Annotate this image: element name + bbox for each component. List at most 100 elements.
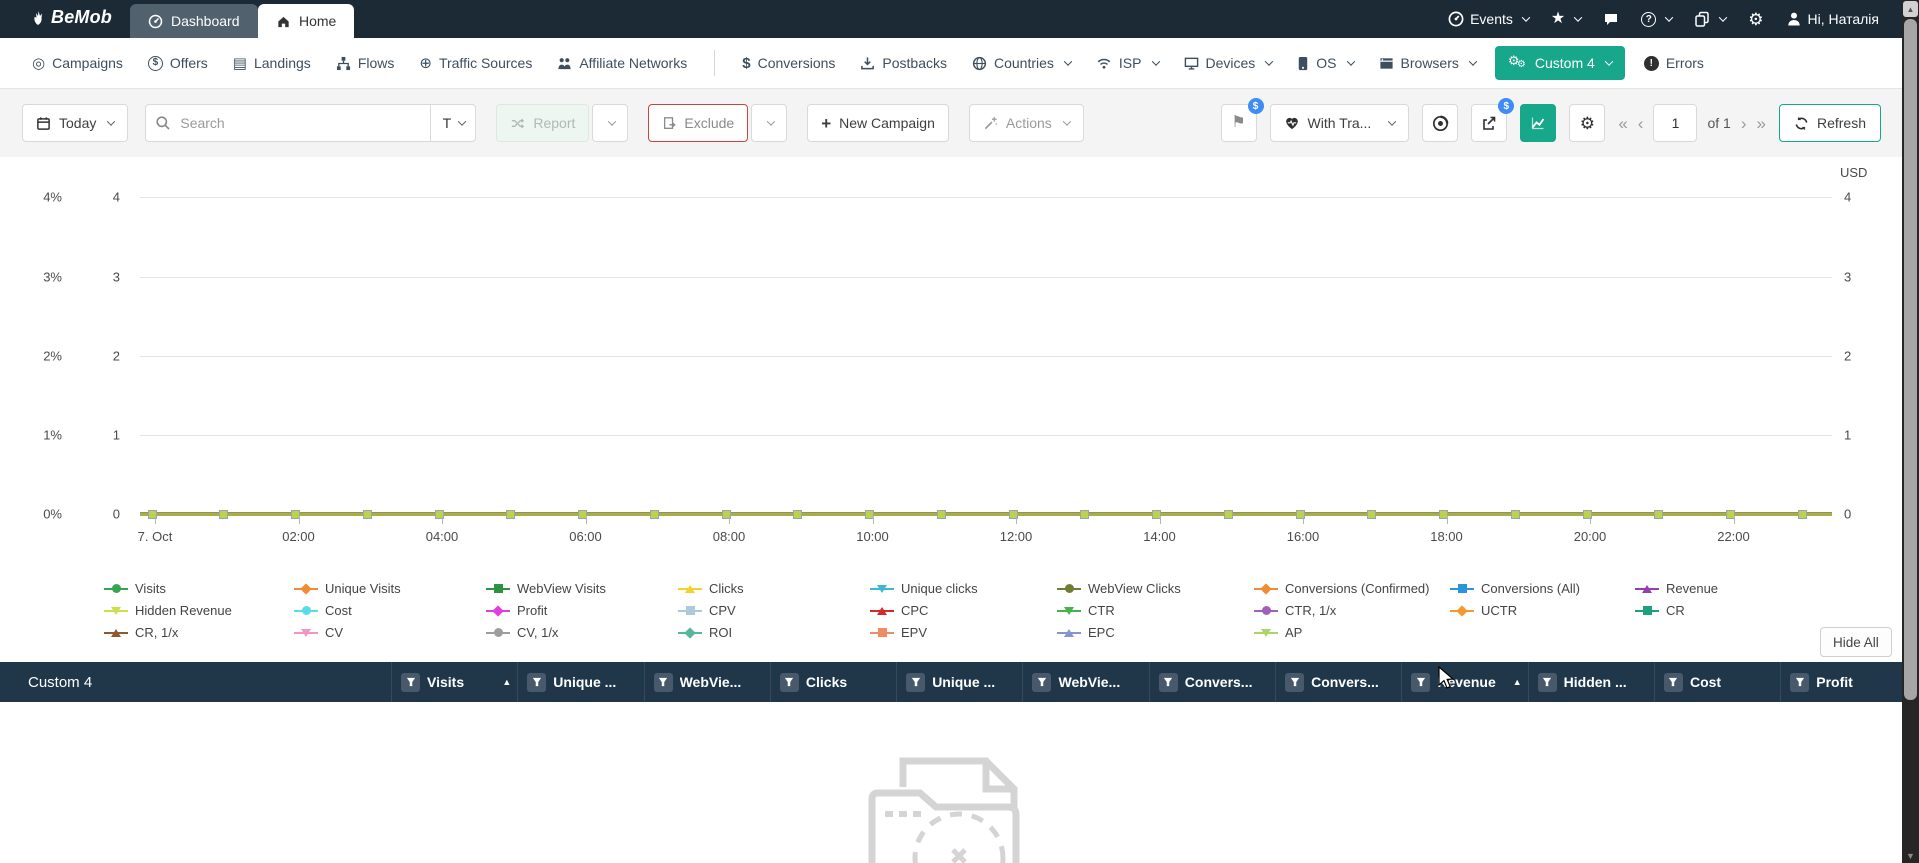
- next-page-button[interactable]: ›: [1741, 115, 1747, 132]
- refresh-button[interactable]: Refresh: [1778, 104, 1881, 142]
- legend-item-profit[interactable]: Profit: [486, 600, 606, 621]
- nav-conversions[interactable]: $ Conversions: [736, 55, 841, 71]
- filter-icon[interactable]: [653, 672, 673, 692]
- nav-os[interactable]: OS: [1291, 55, 1359, 71]
- filter-icon[interactable]: [1285, 672, 1305, 692]
- filter-icon[interactable]: [906, 672, 926, 692]
- settings-button[interactable]: ⚙: [1748, 11, 1763, 28]
- legend-item-unique-clicks[interactable]: Unique clicks: [870, 578, 978, 599]
- nav-custom-4[interactable]: ⚙ ⚙ Custom 4: [1494, 46, 1625, 80]
- legend-item-cost[interactable]: Cost: [294, 600, 401, 621]
- search-input[interactable]: [145, 104, 477, 142]
- column-header-unique[interactable]: Unique ...: [517, 662, 643, 702]
- vertical-scrollbar[interactable]: ▲ ▼: [1902, 0, 1919, 863]
- help-menu[interactable]: ?: [1641, 11, 1674, 27]
- column-header-unique[interactable]: Unique ...: [896, 662, 1022, 702]
- filter-icon[interactable]: [1663, 672, 1683, 692]
- legend-item-conversions-all[interactable]: Conversions (All): [1450, 578, 1580, 599]
- nav-countries[interactable]: Countries: [966, 55, 1077, 71]
- legend-item-ctr-1-x[interactable]: CTR, 1/x: [1254, 600, 1430, 621]
- exclude-dropdown-button[interactable]: [751, 104, 788, 142]
- column-header-convers[interactable]: Convers...: [1148, 662, 1275, 702]
- legend-item-webview-visits[interactable]: WebView Visits: [486, 578, 606, 599]
- legend-item-ctr[interactable]: CTR: [1057, 600, 1181, 621]
- nav-campaigns[interactable]: ◎ Campaigns: [26, 55, 129, 71]
- nav-traffic-sources[interactable]: ⊕ Traffic Sources: [413, 55, 538, 71]
- scroll-up-arrow[interactable]: ▲: [1903, 1, 1918, 17]
- legend-item-clicks[interactable]: Clicks: [678, 578, 744, 599]
- nav-errors[interactable]: ! Errors: [1638, 55, 1710, 71]
- hide-all-button[interactable]: Hide All: [1820, 627, 1892, 657]
- column-header-profit[interactable]: Profit: [1780, 662, 1906, 702]
- filter-icon[interactable]: [1032, 672, 1052, 692]
- column-header-clicks[interactable]: Clicks: [769, 662, 896, 702]
- user-menu[interactable]: Hi, Наталія: [1786, 11, 1879, 27]
- table-settings-button[interactable]: ⚙: [1569, 104, 1606, 142]
- column-header-webvie[interactable]: WebVie...: [1022, 662, 1148, 702]
- legend-item-cv[interactable]: CV: [294, 622, 401, 643]
- nav-postbacks[interactable]: Postbacks: [854, 55, 953, 71]
- nav-landings[interactable]: ▤ Landings: [227, 55, 317, 71]
- filter-icon[interactable]: [1790, 672, 1810, 692]
- filter-icon[interactable]: [1537, 672, 1557, 692]
- nav-affiliate-networks[interactable]: Affiliate Networks: [551, 55, 693, 71]
- page-number-input[interactable]: [1653, 104, 1698, 142]
- visibility-button[interactable]: [1422, 104, 1459, 142]
- column-header-hidden[interactable]: Hidden ...: [1527, 662, 1654, 702]
- column-header-webvie[interactable]: WebVie...: [643, 662, 770, 702]
- legend-item-cr-1-x[interactable]: CR, 1/x: [104, 622, 232, 643]
- scrollbar-thumb[interactable]: [1904, 19, 1917, 700]
- filter-icon[interactable]: [1411, 672, 1431, 692]
- legend-item-ap[interactable]: AP: [1254, 622, 1430, 643]
- legend-item-cpc[interactable]: CPC: [870, 600, 978, 621]
- group-column-header[interactable]: Custom 4: [0, 662, 391, 702]
- last-page-button[interactable]: »: [1757, 115, 1766, 132]
- legend-item-cv-1-x[interactable]: CV, 1/x: [486, 622, 606, 643]
- scroll-down-arrow[interactable]: ▼: [1902, 851, 1919, 861]
- filter-icon[interactable]: [527, 672, 547, 692]
- first-page-button[interactable]: «: [1618, 115, 1627, 132]
- column-header-convers[interactable]: Convers...: [1275, 662, 1401, 702]
- bemob-logo[interactable]: BeMob: [30, 7, 112, 28]
- legend-item-cpv[interactable]: CPV: [678, 600, 744, 621]
- chat-button[interactable]: [1603, 11, 1619, 27]
- legend-item-epc[interactable]: EPC: [1057, 622, 1181, 643]
- legend-item-revenue[interactable]: Revenue: [1635, 578, 1718, 599]
- legend-item-epv[interactable]: EPV: [870, 622, 978, 643]
- events-menu[interactable]: Events: [1448, 11, 1531, 27]
- legend-item-hidden-revenue[interactable]: Hidden Revenue: [104, 600, 232, 621]
- column-header-visits[interactable]: Visits ▲: [391, 662, 517, 702]
- column-header-revenue[interactable]: Revenue ▲: [1401, 662, 1527, 702]
- legend-item-visits[interactable]: Visits: [104, 578, 232, 599]
- new-campaign-button[interactable]: + New Campaign: [807, 104, 949, 142]
- nav-browsers[interactable]: Browsers: [1373, 55, 1482, 71]
- report-button[interactable]: Report: [496, 104, 590, 142]
- nav-devices[interactable]: Devices: [1178, 55, 1279, 71]
- search-type-dropdown[interactable]: T: [430, 104, 476, 142]
- export-button[interactable]: $: [1471, 98, 1515, 142]
- legend-item-conversions-confirmed[interactable]: Conversions (Confirmed): [1254, 578, 1430, 599]
- traffic-filter-dropdown[interactable]: With Tra...: [1269, 104, 1410, 142]
- legend-item-webview-clicks[interactable]: WebView Clicks: [1057, 578, 1181, 599]
- chart-toggle-button[interactable]: [1520, 104, 1557, 142]
- legend-item-unique-visits[interactable]: Unique Visits: [294, 578, 401, 599]
- column-header-cost[interactable]: Cost: [1653, 662, 1780, 702]
- tab-home[interactable]: Home: [258, 4, 355, 38]
- filter-icon[interactable]: [401, 672, 420, 692]
- docs-menu[interactable]: [1694, 11, 1728, 27]
- exclude-button[interactable]: Exclude: [648, 104, 749, 142]
- nav-isp[interactable]: ISP: [1090, 55, 1165, 71]
- date-range-button[interactable]: Today: [22, 104, 129, 142]
- tab-dashboard[interactable]: Dashboard: [130, 4, 258, 38]
- report-dropdown-button[interactable]: [592, 104, 629, 142]
- legend-item-cr[interactable]: CR: [1635, 600, 1718, 621]
- prev-page-button[interactable]: ‹: [1638, 115, 1644, 132]
- filter-icon[interactable]: [779, 672, 799, 692]
- nav-flows[interactable]: Flows: [330, 55, 401, 71]
- nav-offers[interactable]: $ Offers: [142, 55, 214, 71]
- legend-item-uctr[interactable]: UCTR: [1450, 600, 1580, 621]
- flag-filter-button[interactable]: ⚑ $: [1220, 98, 1264, 142]
- legend-item-roi[interactable]: ROI: [678, 622, 744, 643]
- actions-button[interactable]: Actions: [968, 104, 1084, 142]
- filter-icon[interactable]: [1158, 672, 1178, 692]
